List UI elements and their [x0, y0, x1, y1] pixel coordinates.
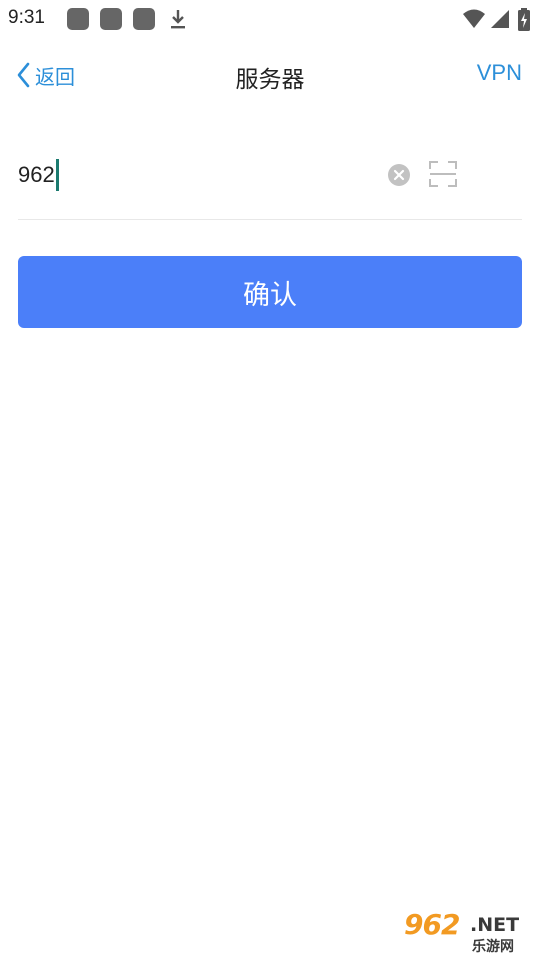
watermark-domain: .NET [470, 914, 520, 936]
server-input-value: 962 [18, 162, 55, 187]
site-watermark-logo: 962 .NET 乐游网 [400, 908, 536, 956]
notification-icon [67, 8, 89, 30]
vpn-button[interactable]: VPN [477, 60, 522, 86]
server-input-row: 962 [18, 140, 522, 220]
download-icon [171, 10, 185, 29]
signal-icon [491, 10, 509, 28]
status-bar: 9:31 [0, 0, 540, 38]
clear-input-icon[interactable] [388, 164, 410, 186]
wifi-icon [463, 9, 485, 28]
battery-charging-icon [518, 8, 530, 31]
close-icon [393, 169, 405, 181]
scan-icon[interactable] [429, 160, 457, 188]
server-input[interactable]: 962 [18, 158, 59, 192]
watermark-number: 962 [404, 908, 460, 941]
notification-icon [133, 8, 155, 30]
screen: 9:31 返回 服务器 VPN 962 确认 962 .NET 乐游网 [0, 0, 540, 960]
confirm-button[interactable]: 确认 [18, 256, 522, 328]
page-title: 服务器 [235, 66, 305, 92]
watermark-subtitle: 乐游网 [472, 939, 514, 955]
notification-icon [100, 8, 122, 30]
title-bar: 返回 服务器 VPN [0, 38, 540, 110]
text-caret [55, 159, 59, 191]
status-time: 9:31 [8, 7, 45, 28]
